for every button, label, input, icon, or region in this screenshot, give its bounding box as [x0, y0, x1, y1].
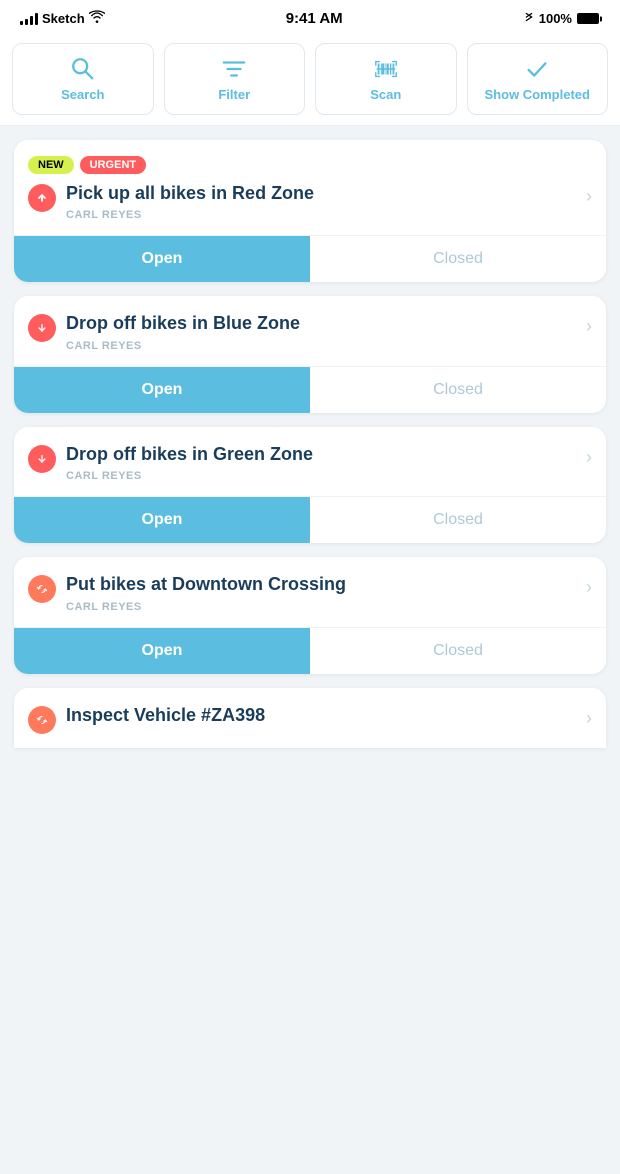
task-assignee: CARL REYES [66, 340, 300, 352]
task-toggle: Open Closed [14, 627, 606, 674]
scan-icon [373, 56, 399, 82]
show-completed-label: Show Completed [485, 87, 590, 102]
filter-label: Filter [218, 87, 250, 102]
open-button[interactable]: Open [14, 628, 310, 674]
open-button[interactable]: Open [14, 236, 310, 282]
carrier-label: Sketch [42, 11, 85, 26]
task-card: NEW URGENT Pick up all bikes in Red Zone… [14, 140, 606, 282]
task-toggle: Open Closed [14, 366, 606, 413]
task-header-left: Drop off bikes in Blue Zone CARL REYES [28, 312, 578, 351]
task-icon-rebalance [28, 575, 56, 603]
task-text: Drop off bikes in Blue Zone CARL REYES [66, 312, 300, 351]
task-header[interactable]: Drop off bikes in Blue Zone CARL REYES › [28, 312, 592, 351]
task-title: Put bikes at Downtown Crossing [66, 573, 346, 596]
task-header-left: Drop off bikes in Green Zone CARL REYES [28, 443, 578, 482]
closed-button[interactable]: Closed [310, 628, 606, 674]
task-list: NEW URGENT Pick up all bikes in Red Zone… [0, 126, 620, 762]
show-completed-button[interactable]: Show Completed [467, 43, 609, 115]
badge-urgent: URGENT [80, 156, 146, 174]
bluetooth-icon [524, 10, 534, 27]
closed-button[interactable]: Closed [310, 236, 606, 282]
task-icon-arrow-down [28, 314, 56, 342]
status-bar: Sketch 9:41 AM 100% [0, 0, 620, 33]
task-body: Inspect Vehicle #ZA398 › [14, 688, 606, 748]
task-assignee: CARL REYES [66, 470, 313, 482]
chevron-right-icon: › [586, 186, 592, 207]
search-label: Search [61, 87, 104, 102]
closed-button[interactable]: Closed [310, 497, 606, 543]
task-title: Pick up all bikes in Red Zone [66, 182, 314, 205]
status-right: 100% [524, 10, 600, 27]
task-text: Inspect Vehicle #ZA398 [66, 704, 265, 727]
task-toggle: Open Closed [14, 496, 606, 543]
task-badges: NEW URGENT [28, 156, 592, 174]
search-icon [70, 56, 96, 82]
wifi-icon [89, 10, 105, 27]
check-icon [524, 56, 550, 82]
chevron-right-icon: › [586, 708, 592, 729]
task-header[interactable]: Pick up all bikes in Red Zone CARL REYES… [28, 182, 592, 221]
open-button[interactable]: Open [14, 497, 310, 543]
task-text: Pick up all bikes in Red Zone CARL REYES [66, 182, 314, 221]
task-title: Drop off bikes in Blue Zone [66, 312, 300, 335]
task-card: Put bikes at Downtown Crossing CARL REYE… [14, 557, 606, 673]
task-card: Drop off bikes in Blue Zone CARL REYES ›… [14, 296, 606, 412]
task-card-partial: Inspect Vehicle #ZA398 › [14, 688, 606, 748]
task-assignee: CARL REYES [66, 601, 346, 613]
task-text: Drop off bikes in Green Zone CARL REYES [66, 443, 313, 482]
task-icon-rebalance [28, 706, 56, 734]
task-body: NEW URGENT Pick up all bikes in Red Zone… [14, 140, 606, 235]
task-header[interactable]: Drop off bikes in Green Zone CARL REYES … [28, 443, 592, 482]
task-title: Drop off bikes in Green Zone [66, 443, 313, 466]
task-header[interactable]: Inspect Vehicle #ZA398 › [28, 704, 592, 734]
status-time: 9:41 AM [286, 10, 343, 27]
task-text: Put bikes at Downtown Crossing CARL REYE… [66, 573, 346, 612]
task-icon-arrow-up [28, 184, 56, 212]
task-toggle: Open Closed [14, 235, 606, 282]
search-button[interactable]: Search [12, 43, 154, 115]
chevron-right-icon: › [586, 316, 592, 337]
badge-new: NEW [28, 156, 74, 174]
toolbar: Search Filter [0, 33, 620, 126]
battery-icon [577, 13, 600, 24]
open-button[interactable]: Open [14, 367, 310, 413]
filter-icon [221, 56, 247, 82]
task-header-left: Pick up all bikes in Red Zone CARL REYES [28, 182, 578, 221]
chevron-right-icon: › [586, 447, 592, 468]
scan-label: Scan [370, 87, 401, 102]
closed-button[interactable]: Closed [310, 367, 606, 413]
chevron-right-icon: › [586, 577, 592, 598]
task-header-left: Put bikes at Downtown Crossing CARL REYE… [28, 573, 578, 612]
task-body: Drop off bikes in Blue Zone CARL REYES › [14, 296, 606, 365]
task-body: Put bikes at Downtown Crossing CARL REYE… [14, 557, 606, 626]
task-assignee: CARL REYES [66, 209, 314, 221]
task-header-left: Inspect Vehicle #ZA398 [28, 704, 578, 734]
status-left: Sketch [20, 10, 105, 27]
filter-button[interactable]: Filter [164, 43, 306, 115]
scan-button[interactable]: Scan [315, 43, 457, 115]
task-icon-arrow-down [28, 445, 56, 473]
task-card: Drop off bikes in Green Zone CARL REYES … [14, 427, 606, 543]
task-title: Inspect Vehicle #ZA398 [66, 704, 265, 727]
task-body: Drop off bikes in Green Zone CARL REYES … [14, 427, 606, 496]
signal-icon [20, 13, 38, 25]
task-header[interactable]: Put bikes at Downtown Crossing CARL REYE… [28, 573, 592, 612]
battery-percent: 100% [539, 11, 572, 26]
